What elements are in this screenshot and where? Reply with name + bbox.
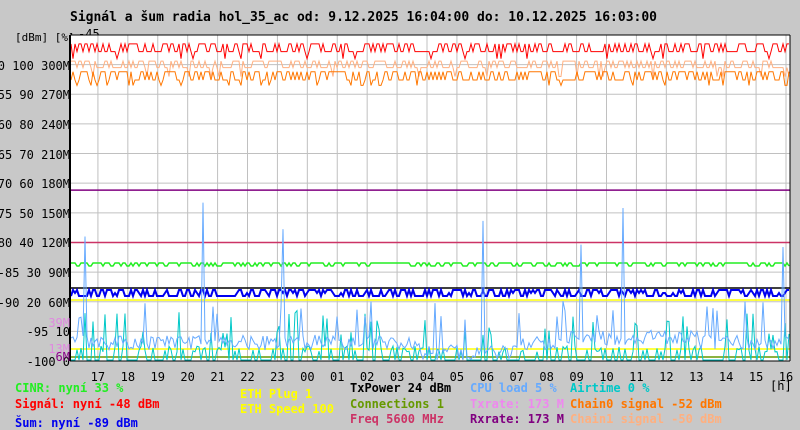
- y-tick-label: -60 80 240M: [0, 117, 70, 132]
- legend-signal: Signál: nyní -48 dBm: [15, 397, 160, 411]
- x-tick-label: 14: [718, 370, 734, 384]
- y-tick-label: -90 20 60M: [0, 295, 70, 310]
- y-tick-label: -55 90 270M: [0, 88, 70, 103]
- x-tick-label: 01: [330, 370, 345, 384]
- legend-chain0: Chain0 signal -52 dBm: [570, 397, 722, 411]
- legend-airtime: Airtime 0 %: [570, 381, 650, 395]
- y-tick-label: -50 100 300M: [0, 58, 70, 73]
- legend-txrate: Txrate: 173 M: [470, 397, 564, 411]
- x-tick-label: 05: [449, 370, 465, 384]
- x-tick-label: 19: [150, 370, 165, 384]
- x-tick-label: 15: [748, 370, 764, 384]
- x-tick-label: 21: [210, 370, 225, 384]
- legend-noise: Šum: nyní -89 dBm: [15, 416, 138, 430]
- legend-eth-speed: ETH Speed 100: [240, 402, 334, 416]
- x-tick-label: 00: [300, 370, 315, 384]
- legend-txpower: TxPower 24 dBm: [350, 381, 452, 395]
- rate-label: 39M: [48, 316, 70, 330]
- x-tick-label: 13: [689, 370, 704, 384]
- y-tick-label: -70 60 180M: [0, 177, 70, 192]
- legend-connections: Connections 1: [350, 397, 444, 411]
- legend-chain1: Chain1 signal -50 dBm: [570, 412, 722, 426]
- chart-plot: [69, 34, 791, 362]
- rate-label: 6M: [55, 350, 70, 364]
- legend-cpu: CPU load 5 %: [470, 381, 557, 395]
- x-unit: [h]: [770, 379, 792, 393]
- legend-freq: Freq 5600 MHz: [350, 412, 444, 426]
- x-tick-label: 12: [659, 370, 674, 384]
- y-tick-label: -85 30 90M: [0, 266, 70, 281]
- legend-cinr: CINR: nyní 33 %: [15, 381, 124, 395]
- x-tick-label: 23: [270, 370, 285, 384]
- x-tick-label: 22: [240, 370, 255, 384]
- y-tick-label: -80 40 120M: [0, 236, 70, 251]
- legend-rxrate: Rxrate: 173 M: [470, 412, 564, 426]
- legend-eth-plug: ETH Plug 1: [240, 387, 313, 401]
- y-tick-label: -75 50 150M: [0, 206, 70, 221]
- y-tick-label: -65 70 210M: [0, 147, 70, 162]
- x-tick-label: 20: [180, 370, 195, 384]
- plot-background: [70, 35, 790, 361]
